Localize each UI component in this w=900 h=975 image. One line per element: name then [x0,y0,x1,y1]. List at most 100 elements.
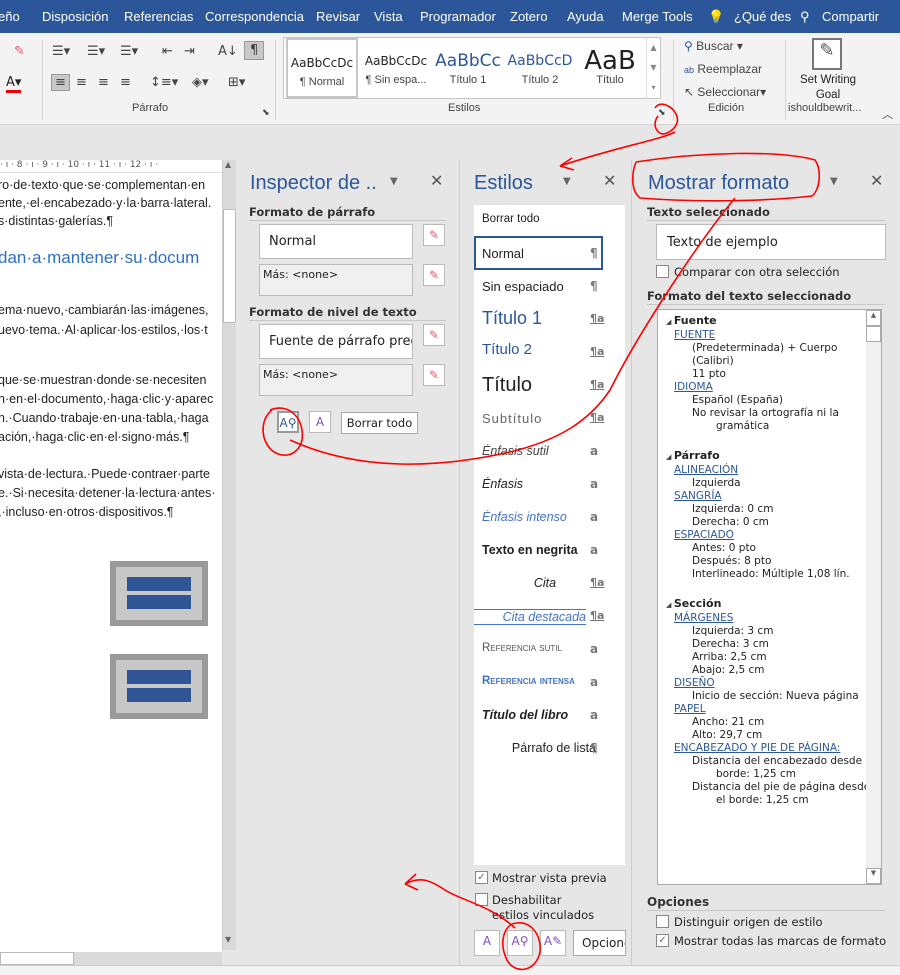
shading-icon[interactable]: ◈▾ [192,75,209,90]
numbering-icon[interactable]: ☰▾ [87,44,105,59]
style-item[interactable]: Énfasis [482,477,622,491]
align-right-icon[interactable]: ≡ [98,75,109,90]
tab-zotero[interactable]: Zotero [510,9,548,24]
writing-goal-icon[interactable]: ✎ [812,38,842,70]
paragraph-style-field[interactable]: Normal [259,224,413,259]
distinguish-style-source-checkbox[interactable] [656,915,669,928]
clear-paragraph-formatting-icon[interactable]: ✎ [423,264,445,286]
multilevel-list-icon[interactable]: ☰▾ [120,44,138,59]
tree-scrollbar[interactable]: ▲ ▼ [866,310,881,884]
gallery-style-no-spacing[interactable]: AaBbCcDc ¶ Sin espa... [360,38,432,98]
options-button[interactable]: Opciones... [573,930,626,956]
spacing-link[interactable]: ESPACIADO [674,529,881,542]
bullets-icon[interactable]: ☰▾ [52,44,70,59]
decrease-indent-icon[interactable]: ⇤ [162,44,173,59]
style-item[interactable]: Énfasis sutil [482,444,622,458]
share-button[interactable]: Compartir [822,9,879,24]
style-item[interactable]: Cita destacada [474,609,586,625]
find-button[interactable]: ⚲ Buscar ▾ [684,39,743,53]
align-center-icon[interactable]: ≡ [76,75,87,90]
reset-character-style-icon[interactable]: ✎ [423,324,445,346]
tree-group-font[interactable]: Fuente [666,314,881,329]
gallery-style-normal[interactable]: AaBbCcDc ¶ Normal [286,38,358,98]
gallery-style-heading1[interactable]: AaBbCc Título 1 [432,38,504,98]
font-link[interactable]: FUENTE [674,329,881,342]
layout-link[interactable]: DISEÑO [674,677,881,690]
show-all-marks-checkbox[interactable]: ✓ [656,934,669,947]
style-item[interactable]: Sin espaciado [482,279,622,294]
increase-indent-icon[interactable]: ⇥ [184,44,195,59]
align-left-icon[interactable]: ≡ [51,74,70,91]
tab-layout[interactable]: Disposición [42,9,108,24]
font-color-icon[interactable]: A▾ [6,75,22,93]
horizontal-ruler[interactable]: · ı · 8 · ı · 9 · ı · 10 · ı · 11 · ı · … [0,160,222,173]
paper-link[interactable]: PAPEL [674,703,881,716]
styles-dialog-launcher-icon[interactable]: ⬊ [658,108,666,118]
style-item[interactable]: Normal [482,246,622,261]
horizontal-scrollbar[interactable] [0,952,222,965]
replace-button[interactable]: ab Reemplazar [684,62,762,76]
scroll-thumb[interactable] [223,209,236,323]
style-item[interactable]: Borrar todo [482,213,622,225]
close-icon[interactable]: ✕ [430,171,443,190]
line-spacing-icon[interactable]: ↕≡▾ [150,75,178,90]
gallery-style-title[interactable]: AaB Título [574,38,646,98]
style-inspector-button[interactable]: A⚲ [507,930,533,956]
scroll-up-icon[interactable]: ▲ [225,160,231,169]
gallery-style-heading2[interactable]: AaBbCcD Título 2 [504,38,576,98]
clear-formatting-icon[interactable]: ✎ [14,44,25,59]
tab-view[interactable]: Vista [374,9,403,24]
new-style-icon[interactable]: A [309,411,331,433]
content-control-icon[interactable] [110,654,208,719]
alignment-link[interactable]: ALINEACIÓN [674,464,881,477]
style-item[interactable]: Título del libro [482,708,622,722]
close-icon[interactable]: ✕ [870,171,883,190]
reveal-formatting-icon[interactable]: A⚲ [277,411,299,433]
header-footer-link[interactable]: ENCABEZADO Y PIE DE PÁGINA: [674,742,881,755]
content-control-icon[interactable] [110,561,208,626]
new-style-button[interactable]: A [474,930,500,956]
reset-paragraph-style-icon[interactable]: ✎ [423,224,445,246]
style-item[interactable]: Referencia intensa [482,675,622,687]
pane-menu-icon[interactable]: ▼ [390,176,398,187]
pane-menu-icon[interactable]: ▼ [563,176,571,187]
tree-group-section[interactable]: Sección [666,597,881,612]
indent-link[interactable]: SANGRÍA [674,490,881,503]
tab-design[interactable]: eño [0,9,20,24]
compare-checkbox[interactable] [656,265,669,278]
tab-merge-tools[interactable]: Merge Tools [622,9,693,24]
tell-me-search[interactable]: ¿Qué des [734,9,791,24]
style-item[interactable]: Referencia sutil [482,642,622,654]
disable-linked-checkbox[interactable] [475,893,488,906]
tree-group-paragraph[interactable]: Párrafo [666,449,881,464]
language-link[interactable]: IDIOMA [674,381,881,394]
pane-menu-icon[interactable]: ▼ [830,176,838,187]
clear-all-button[interactable]: Borrar todo [341,412,418,434]
show-preview-checkbox[interactable]: ✓ [475,871,488,884]
select-button[interactable]: ↖ Seleccionar▾ [684,85,766,99]
gallery-scroll[interactable]: ▲ ▼ ▾ [646,38,660,98]
style-item[interactable]: Texto en negrita [482,543,622,557]
paragraph-dialog-launcher-icon[interactable]: ⬊ [262,108,270,118]
sort-icon[interactable]: A↓ [218,44,238,59]
vertical-scrollbar[interactable]: ▲ ▼ [222,160,236,950]
document-page[interactable]: ro·de·texto·que·se·complementan·en ente,… [0,160,222,952]
tab-developer[interactable]: Programador [420,9,496,24]
style-item[interactable]: Párrafo de lista [482,741,596,755]
manage-styles-button[interactable]: A✎ [540,930,566,956]
clear-character-formatting-icon[interactable]: ✎ [423,364,445,386]
style-item[interactable]: Énfasis intenso [482,510,622,524]
tab-mailings[interactable]: Correspondencia [205,9,304,24]
tab-review[interactable]: Revisar [316,9,360,24]
set-writing-goal-button[interactable]: Set Writing Goal [790,73,866,103]
collapse-ribbon-icon[interactable]: ︿ [882,106,893,122]
tab-help[interactable]: Ayuda [567,9,604,24]
close-icon[interactable]: ✕ [603,171,616,190]
justify-icon[interactable]: ≡ [120,75,131,90]
show-formatting-marks-icon[interactable]: ¶ [244,41,265,60]
borders-icon[interactable]: ⊞▾ [228,75,245,90]
character-style-field[interactable]: Fuente de párrafo prec [259,324,413,359]
scroll-down-icon[interactable]: ▼ [225,935,231,944]
tab-references[interactable]: Referencias [124,9,193,24]
margins-link[interactable]: MÁRGENES [674,612,881,625]
